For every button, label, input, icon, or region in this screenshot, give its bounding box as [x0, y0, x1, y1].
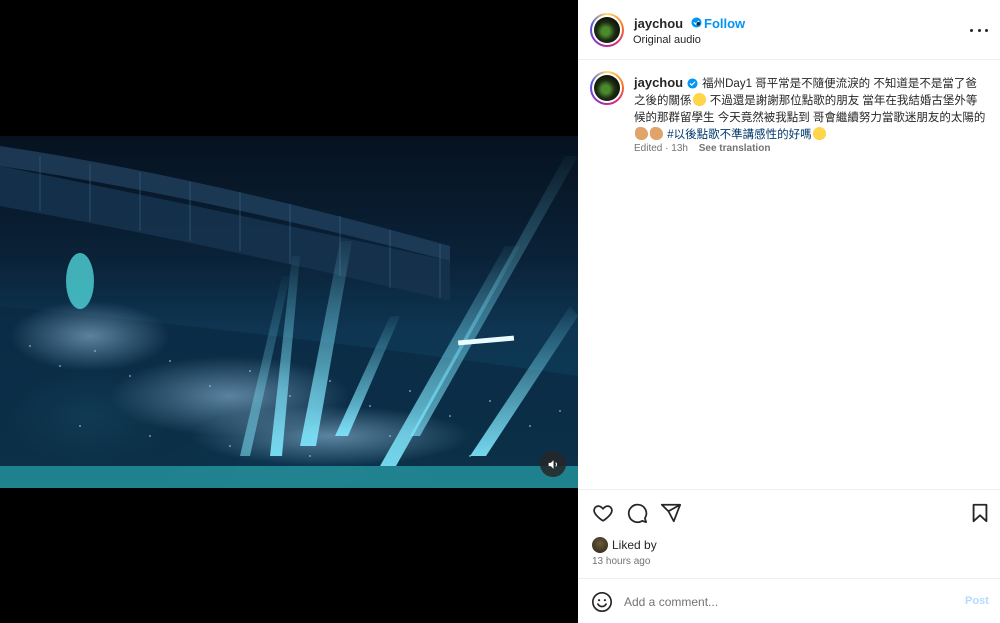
mute-button[interactable] — [540, 451, 566, 477]
edited-separator: · — [665, 143, 669, 154]
edited-time[interactable]: 13h — [671, 143, 688, 154]
liked-by-label: Liked by — [612, 538, 657, 552]
see-translation-link[interactable]: See translation — [699, 143, 771, 154]
smiley-icon[interactable] — [591, 591, 613, 613]
share-icon[interactable] — [660, 502, 682, 524]
more-options-icon[interactable] — [970, 20, 988, 40]
flexed-biceps-emoji-icon — [635, 127, 648, 140]
post-header: jaychou • Follow Original audio — [578, 0, 1000, 60]
hashtag-link[interactable]: #以後點歌不準講感性的好嗎 — [667, 129, 811, 141]
edited-label: Edited — [634, 143, 663, 154]
tongue-emoji-icon — [812, 127, 826, 140]
audio-label[interactable]: Original audio — [633, 34, 701, 46]
post-button[interactable]: Post — [965, 595, 989, 607]
caption-meta: Edited · 13h See translation — [634, 143, 770, 154]
author-username[interactable]: jaychou — [634, 16, 683, 31]
verified-badge-icon — [687, 78, 698, 89]
post-media[interactable] — [0, 0, 578, 623]
flexed-biceps-emoji-icon — [650, 127, 663, 140]
concert-video[interactable] — [0, 136, 578, 488]
liker-avatar[interactable] — [592, 537, 608, 553]
author-avatar[interactable] — [590, 13, 624, 47]
caption-username[interactable]: jaychou — [634, 75, 683, 90]
comment-bar: Post — [578, 578, 1000, 623]
comment-input[interactable] — [624, 591, 944, 613]
follow-button[interactable]: Follow — [704, 16, 745, 31]
bookmark-icon[interactable] — [969, 502, 991, 524]
speaker-icon — [548, 459, 557, 469]
grin-emoji-icon — [692, 93, 706, 106]
caption-area: jaychou 福州Day1 哥平常是不隨便流淚的 不知道是不是當了爸之後的關係… — [578, 61, 1000, 489]
caption-avatar[interactable] — [590, 71, 624, 105]
concert-scene — [0, 146, 578, 488]
action-bar — [578, 489, 1000, 535]
post-timestamp[interactable]: 13 hours ago — [592, 556, 650, 567]
liked-by[interactable]: Liked by — [592, 535, 657, 555]
heart-icon[interactable] — [592, 502, 614, 524]
comment-icon[interactable] — [626, 502, 648, 524]
header-separator: • — [696, 16, 701, 31]
caption-text: jaychou 福州Day1 哥平常是不隨便流淚的 不知道是不是當了爸之後的關係… — [634, 74, 986, 144]
post-sidebar: jaychou • Follow Original audio jaychou … — [578, 0, 1000, 623]
